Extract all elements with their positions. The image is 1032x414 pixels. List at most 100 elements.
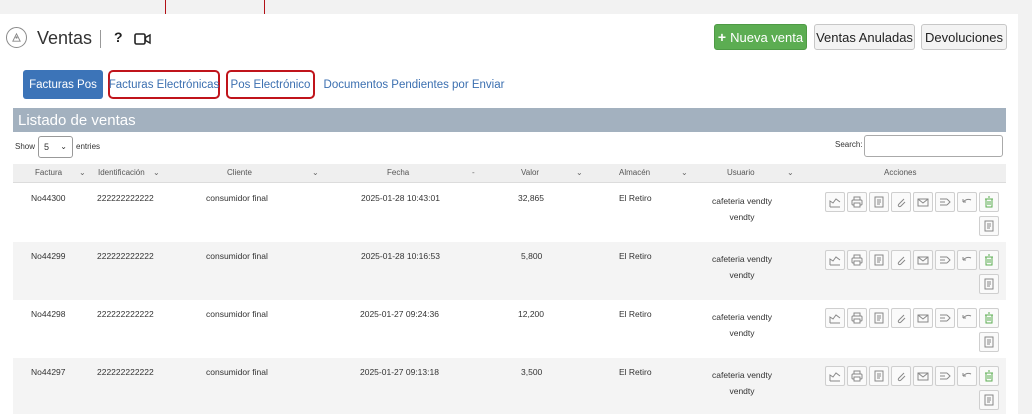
action-button[interactable] xyxy=(957,250,977,270)
action-button[interactable] xyxy=(913,308,933,328)
send-icon xyxy=(940,372,951,380)
email-icon xyxy=(917,198,929,207)
email-icon xyxy=(917,256,929,265)
chart-icon xyxy=(829,256,841,266)
document-icon xyxy=(874,254,884,266)
sort-chevron-icon[interactable]: ⌄ xyxy=(312,168,319,177)
undo-icon xyxy=(962,314,972,319)
nueva-venta-label: Nueva venta xyxy=(730,29,804,45)
cell-identificacion: 222222222222 xyxy=(97,367,154,377)
column-header-acciones: Acciones xyxy=(884,168,917,177)
sort-indicator-icon[interactable]: - xyxy=(472,168,475,177)
action-button[interactable] xyxy=(847,366,867,386)
action-button[interactable] xyxy=(847,192,867,212)
column-header-fecha[interactable]: Fecha xyxy=(387,168,409,177)
action-button[interactable] xyxy=(935,366,955,386)
action-button[interactable] xyxy=(979,274,999,294)
action-button[interactable] xyxy=(891,250,911,270)
ventas-anuladas-button[interactable]: Ventas Anuladas xyxy=(814,24,915,50)
cell-fecha: 2025-01-27 09:24:36 xyxy=(360,309,439,319)
entries-select[interactable]: 5 ⌄ xyxy=(38,136,73,158)
list-title-bar: Listado de ventas xyxy=(13,108,1006,132)
tab-pos-electronico[interactable]: Pos Electrónico xyxy=(226,70,315,99)
undo-icon xyxy=(962,198,972,203)
action-button[interactable] xyxy=(979,216,999,236)
tab-facturas-electronicas[interactable]: Facturas Electrónicas xyxy=(108,70,220,99)
cell-valor: 32,865 xyxy=(518,193,544,203)
action-button[interactable] xyxy=(935,192,955,212)
action-button[interactable] xyxy=(869,308,889,328)
cell-valor: 3,500 xyxy=(521,367,543,377)
attach-icon xyxy=(897,372,906,382)
action-button[interactable] xyxy=(869,192,889,212)
document-icon xyxy=(874,312,884,324)
usuario-line-2: vendty xyxy=(729,328,755,338)
help-icon[interactable]: ? xyxy=(114,29,123,45)
table-row: No44299 222222222222 consumidor final 20… xyxy=(13,242,1006,300)
sort-chevron-icon[interactable]: ⌄ xyxy=(153,168,160,177)
action-button[interactable] xyxy=(979,332,999,352)
home-icon[interactable] xyxy=(6,27,27,48)
print-icon xyxy=(851,254,863,266)
action-button[interactable] xyxy=(979,308,999,328)
sort-chevron-icon[interactable]: ⌄ xyxy=(79,168,86,177)
column-header-valor[interactable]: Valor xyxy=(521,168,539,177)
trash-icon xyxy=(985,254,993,266)
column-header-factura[interactable]: Factura xyxy=(35,168,62,177)
action-button[interactable] xyxy=(957,308,977,328)
cell-factura: No44298 xyxy=(31,309,66,319)
column-header-cliente[interactable]: Cliente xyxy=(227,168,252,177)
tab-facturas-pos[interactable]: Facturas Pos xyxy=(23,70,103,99)
action-button[interactable] xyxy=(913,366,933,386)
action-button[interactable] xyxy=(891,366,911,386)
send-icon xyxy=(940,256,951,264)
document-icon xyxy=(984,220,994,232)
action-button[interactable] xyxy=(979,390,999,410)
attach-icon xyxy=(897,314,906,324)
cell-almacen: El Retiro xyxy=(619,309,652,319)
sort-chevron-icon[interactable]: ⌄ xyxy=(576,168,583,177)
usuario-line-1: cafeteria vendty xyxy=(711,370,772,380)
action-button[interactable] xyxy=(957,366,977,386)
column-header-almacen[interactable]: Almacén xyxy=(619,168,650,177)
action-button[interactable] xyxy=(869,366,889,386)
chart-icon xyxy=(829,372,841,382)
action-button[interactable] xyxy=(979,366,999,386)
table-row: No44300 222222222222 consumidor final 20… xyxy=(13,184,1006,242)
column-header-identificacion[interactable]: Identificación xyxy=(98,168,145,177)
document-icon xyxy=(984,336,994,348)
search-input[interactable] xyxy=(864,135,1003,157)
cell-fecha: 2025-01-28 10:43:01 xyxy=(361,193,440,203)
action-button[interactable] xyxy=(891,192,911,212)
sort-chevron-icon[interactable]: ⌄ xyxy=(681,168,688,177)
cell-identificacion: 222222222222 xyxy=(97,193,154,203)
action-button[interactable] xyxy=(979,250,999,270)
action-button[interactable] xyxy=(913,250,933,270)
action-button[interactable] xyxy=(847,308,867,328)
action-button[interactable] xyxy=(935,308,955,328)
title-divider xyxy=(100,30,101,48)
action-button[interactable] xyxy=(957,192,977,212)
sort-chevron-icon[interactable]: ⌄ xyxy=(787,168,794,177)
action-button[interactable] xyxy=(825,308,845,328)
action-button[interactable] xyxy=(891,308,911,328)
nueva-venta-button[interactable]: + Nueva venta xyxy=(714,24,807,50)
action-button[interactable] xyxy=(825,250,845,270)
document-icon xyxy=(874,196,884,208)
cell-almacen: El Retiro xyxy=(619,367,652,377)
action-button[interactable] xyxy=(847,250,867,270)
action-button[interactable] xyxy=(935,250,955,270)
cell-identificacion: 222222222222 xyxy=(97,309,154,319)
video-icon[interactable] xyxy=(134,32,151,50)
cell-fecha: 2025-01-27 09:13:18 xyxy=(360,367,439,377)
action-button[interactable] xyxy=(825,192,845,212)
action-button[interactable] xyxy=(825,366,845,386)
column-header-usuario[interactable]: Usuario xyxy=(727,168,755,177)
devoluciones-button[interactable]: Devoluciones xyxy=(921,24,1007,50)
action-button[interactable] xyxy=(979,192,999,212)
tab-documentos-pendientes[interactable]: Documentos Pendientes por Enviar xyxy=(324,70,505,99)
cell-factura: No44299 xyxy=(31,251,66,261)
action-button[interactable] xyxy=(869,250,889,270)
trash-icon xyxy=(985,312,993,324)
action-button[interactable] xyxy=(913,192,933,212)
